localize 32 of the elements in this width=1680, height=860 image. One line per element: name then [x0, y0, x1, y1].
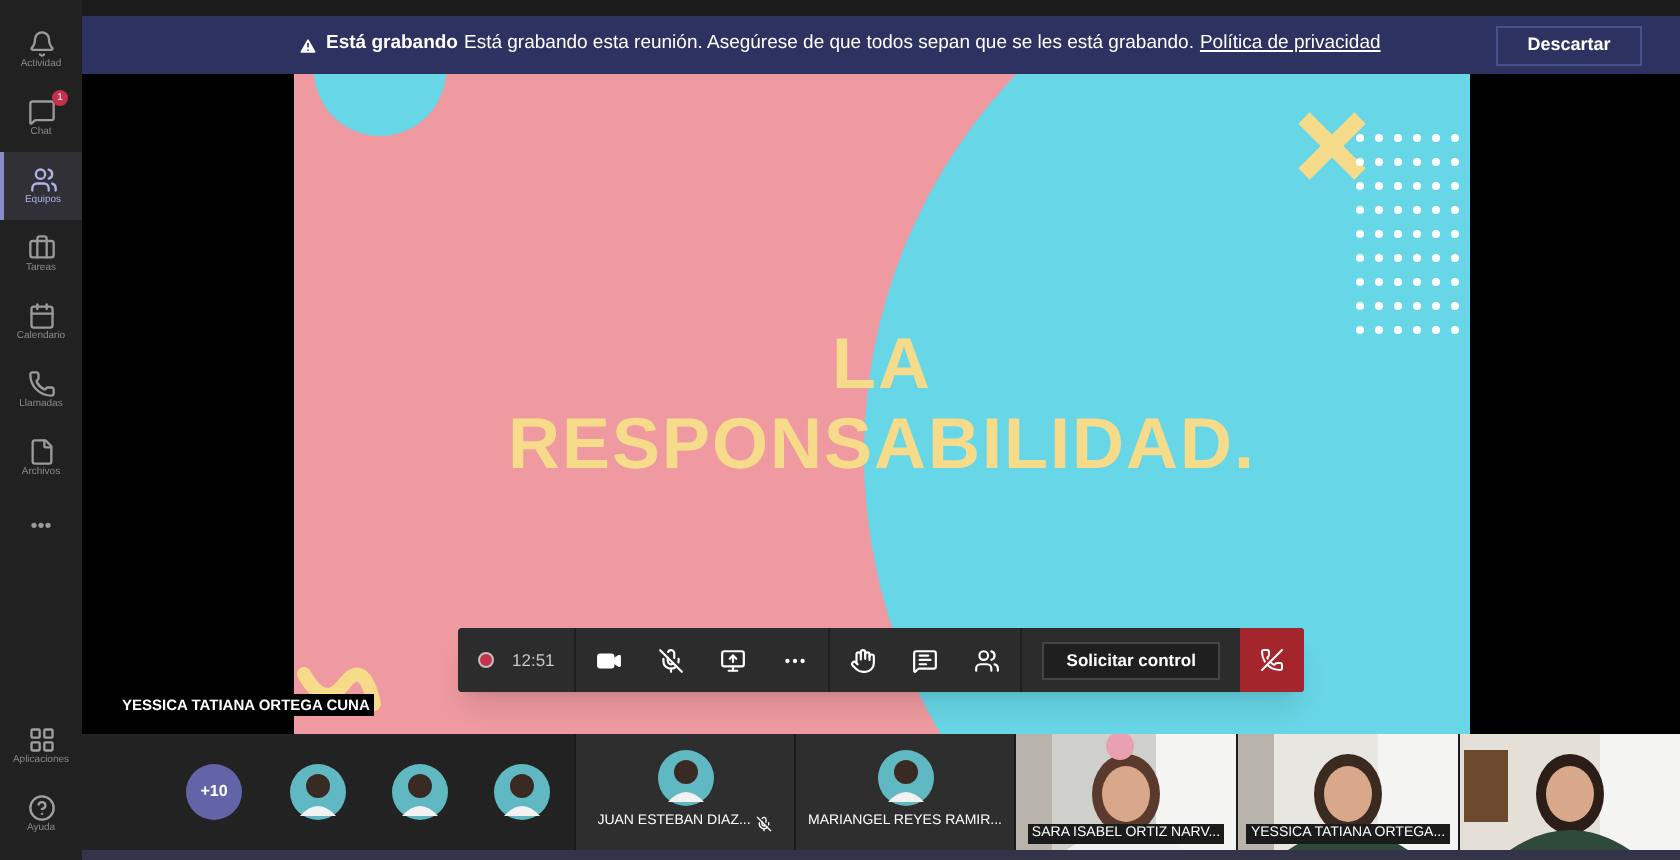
sidebar-label: ••• — [30, 519, 52, 533]
avatar — [494, 764, 550, 820]
avatar — [877, 750, 933, 807]
privacy-link[interactable]: Política de privacidad — [1199, 30, 1381, 60]
camera-icon[interactable] — [596, 647, 623, 673]
sidebar-item[interactable]: ••• — [0, 492, 82, 560]
chat-icon — [27, 97, 55, 125]
participants-icon[interactable] — [974, 647, 1001, 673]
calendar-icon — [27, 301, 55, 329]
banner-message: Está grabando esta reunión. Asegúrese de que todos sepan que se les está grabando. — [464, 30, 1194, 59]
more-participants-button[interactable]: +10 — [186, 764, 242, 820]
hang-up-button[interactable] — [1240, 628, 1304, 692]
avatar — [290, 764, 346, 820]
warning-icon — [298, 35, 318, 55]
request-control-button[interactable]: Solicitar control — [1042, 641, 1220, 679]
microphone-off-icon[interactable] — [658, 647, 685, 673]
avatar — [392, 764, 448, 820]
bag-icon — [27, 233, 55, 261]
hang-up-icon — [1260, 648, 1284, 672]
file-icon — [27, 437, 55, 465]
call-timer: 12:51 — [512, 647, 555, 673]
teams-icon — [29, 165, 57, 193]
dismiss-button[interactable]: Descartar — [1496, 25, 1642, 65]
avatar — [657, 750, 713, 807]
apps-icon — [27, 725, 55, 753]
chat-icon[interactable] — [912, 647, 939, 673]
banner-title: Está grabando — [326, 30, 458, 59]
phone-icon — [27, 369, 55, 397]
bell-icon — [27, 29, 55, 57]
share-screen-icon[interactable] — [720, 647, 747, 673]
help-icon — [27, 793, 55, 821]
raise-hand-icon[interactable] — [850, 647, 877, 673]
